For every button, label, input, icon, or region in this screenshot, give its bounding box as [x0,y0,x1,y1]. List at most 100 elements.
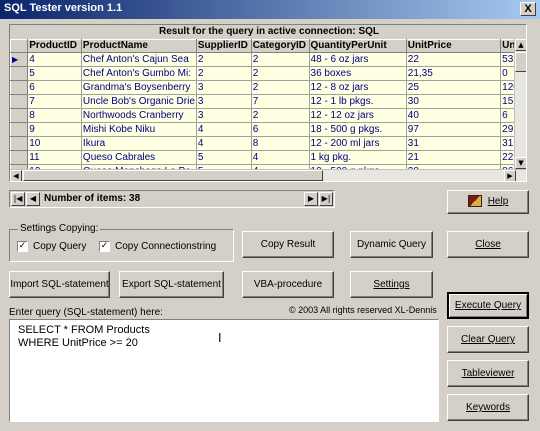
grid-cell[interactable]: 21,35 [405,66,502,81]
grid-cell[interactable]: Northwoods Cranberry [80,108,197,123]
grid-horizontal-scrollbar[interactable]: ◀ ▶ [10,169,526,181]
grid-cell[interactable]: 8 [27,108,82,123]
previous-record-icon[interactable]: ◀ [26,192,40,206]
column-header[interactable]: ProductID [27,39,82,53]
keywords-button[interactable]: Keywords [447,394,529,421]
import-sql-button[interactable]: Import SQL-statement [9,271,110,298]
grid-cell[interactable]: 4 [195,136,252,151]
copy-connectionstring-checkbox[interactable]: ✓ [99,241,110,252]
grid-cell[interactable]: 10 [27,136,82,151]
clear-query-button[interactable]: Clear Query [447,326,529,353]
table-row[interactable]: 9 Mishi Kobe Niku 4 6 18 - 500 g pkgs. 97 29 [10,122,526,137]
grid-vertical-scrollbar[interactable]: ▲ ▼ [514,39,526,169]
table-row[interactable]: 8 Northwoods Cranberry 3 2 12 - 12 oz jars 40… [10,108,526,123]
table-row[interactable]: 5 Chef Anton's Gumbo Mi: 2 2 36 boxes 21,35 0 [10,66,526,81]
column-header[interactable]: UnitPrice [405,39,502,53]
grid-cell[interactable]: 2 [195,52,252,67]
results-table[interactable]: ProductID ProductName SupplierID CategoryID… [10,39,526,179]
grid-cell[interactable]: 5 [27,66,82,81]
grid-cell[interactable]: Queso Cabrales [80,150,197,165]
export-sql-button[interactable]: Export SQL-statement [119,271,224,298]
window-close-button[interactable]: X [520,2,536,16]
row-selector[interactable]: ▶ [10,52,29,67]
results-grid[interactable]: Result for the query in active connectio… [9,24,527,182]
grid-cell[interactable]: 2 [195,66,252,81]
grid-cell[interactable]: 7 [27,94,82,109]
grid-cell[interactable]: 2 [250,52,310,67]
grid-cell[interactable]: 1 kg pkg. [308,150,407,165]
grid-cell[interactable]: Grandma's Boysenberry [80,80,197,95]
grid-cell[interactable]: 9 [27,122,82,137]
next-record-icon[interactable]: ▶ [304,192,318,206]
first-record-icon[interactable]: |◀ [11,192,25,206]
row-selector[interactable] [10,150,29,165]
row-selector[interactable] [10,80,29,95]
grid-cell[interactable]: 5 [195,150,252,165]
close-button[interactable]: Close [447,231,529,258]
execute-query-button[interactable]: Execute Query [447,292,529,319]
table-row[interactable]: ▶ 4 Chef Anton's Cajun Sea 2 2 48 - 6 oz jars… [10,52,526,67]
grid-cell[interactable]: 31 [405,136,502,151]
grid-cell[interactable]: 12 - 1 lb pkgs. [308,94,407,109]
column-header[interactable]: ProductName [80,39,197,53]
row-selector[interactable] [10,122,29,137]
column-header[interactable]: QuantityPerUnit [308,39,407,53]
grid-cell[interactable]: 25 [405,80,502,95]
scroll-down-icon[interactable]: ▼ [515,157,526,169]
grid-cell[interactable]: 40 [405,108,502,123]
grid-cell[interactable]: 3 [195,94,252,109]
grid-cell[interactable]: 7 [250,94,310,109]
scroll-right-icon[interactable]: ▶ [504,170,516,181]
grid-cell[interactable]: 6 [250,122,310,137]
grid-cell[interactable]: 2 [250,66,310,81]
grid-cell[interactable]: Chef Anton's Cajun Sea [80,52,197,67]
help-button[interactable]: Help [447,190,529,214]
grid-cell[interactable]: 6 [27,80,82,95]
grid-cell[interactable]: Mishi Kobe Niku [80,122,197,137]
row-selector[interactable] [10,108,29,123]
grid-cell[interactable]: 48 - 6 oz jars [308,52,407,67]
query-textbox[interactable]: SELECT * FROM Products WHERE UnitPrice >… [9,319,439,422]
grid-cell[interactable]: Chef Anton's Gumbo Mi: [80,66,197,81]
table-row[interactable]: 6 Grandma's Boysenberry 3 2 12 - 8 oz jars 25… [10,80,526,95]
dynamic-query-button[interactable]: Dynamic Query [350,231,433,258]
last-record-icon[interactable]: ▶| [319,192,333,206]
grid-cell[interactable]: 2 [250,80,310,95]
row-selector[interactable] [10,66,29,81]
vertical-scroll-thumb[interactable] [515,52,526,72]
copy-result-button[interactable]: Copy Result [242,231,334,258]
grid-cell[interactable]: 21 [405,150,502,165]
tableviewer-button[interactable]: Tableviewer [447,360,529,387]
table-row[interactable]: 7 Uncle Bob's Organic Drie 3 7 12 - 1 lb pkg… [10,94,526,109]
column-header[interactable]: CategoryID [250,39,310,53]
grid-cell[interactable]: 12 - 8 oz jars [308,80,407,95]
grid-cell[interactable]: Ikura [80,136,197,151]
grid-cell[interactable]: 18 - 500 g pkgs. [308,122,407,137]
grid-cell[interactable]: Uncle Bob's Organic Drie [80,94,197,109]
grid-cell[interactable]: 4 [250,150,310,165]
scroll-up-icon[interactable]: ▲ [515,39,526,51]
grid-cell[interactable]: 8 [250,136,310,151]
settings-button[interactable]: Settings [350,271,433,298]
grid-cell[interactable]: 3 [195,108,252,123]
row-selector[interactable] [10,94,29,109]
copy-query-checkbox[interactable]: ✓ [17,241,28,252]
column-header[interactable]: SupplierID [195,39,252,53]
grid-cell[interactable]: 30 [405,94,502,109]
grid-cell[interactable]: 22 [405,52,502,67]
grid-cell[interactable]: 4 [195,122,252,137]
grid-cell[interactable]: 11 [27,150,82,165]
grid-cell[interactable]: 12 - 200 ml jars [308,136,407,151]
table-row[interactable]: 11 Queso Cabrales 5 4 1 kg pkg. 21 22 [10,150,526,165]
row-selector[interactable] [10,136,29,151]
grid-cell[interactable]: 97 [405,122,502,137]
grid-cell[interactable]: 4 [27,52,82,67]
table-row[interactable]: 10 Ikura 4 8 12 - 200 ml jars 31 31 [10,136,526,151]
horizontal-scroll-thumb[interactable] [23,170,323,181]
scroll-left-icon[interactable]: ◀ [10,170,22,181]
grid-cell[interactable]: 12 - 12 oz jars [308,108,407,123]
grid-cell[interactable]: 36 boxes [308,66,407,81]
grid-cell[interactable]: 2 [250,108,310,123]
grid-cell[interactable]: 3 [195,80,252,95]
vba-procedure-button[interactable]: VBA-procedure [242,271,334,298]
